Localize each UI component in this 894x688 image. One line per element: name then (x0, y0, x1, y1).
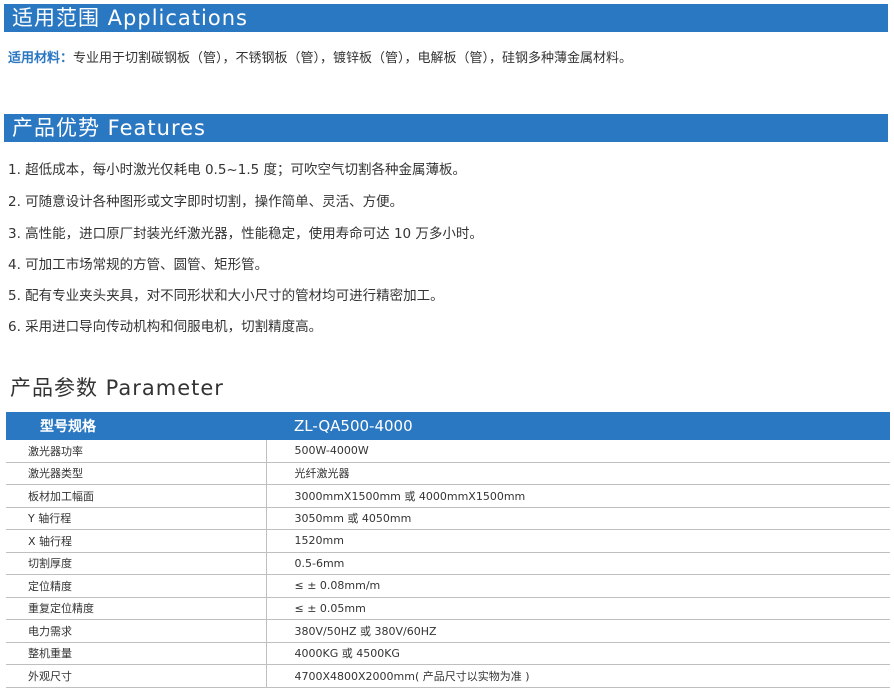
param-key: X 轴行程 (6, 529, 266, 553)
param-value: 4700X4800X2000mm( 产品尺寸以实物为准 ) (265, 664, 890, 688)
param-key: 整机重量 (6, 642, 266, 665)
feature-item: 4. 可加工市场常规的方管、圆管、矩形管。 (8, 257, 269, 273)
param-key: 板材加工幅面 (6, 484, 266, 508)
features-header-bar: 产品优势 Features (4, 114, 888, 142)
table-row: 切割厚度 0.5-6mm (6, 552, 890, 575)
header-cell-model: 型号规格 (6, 412, 266, 440)
table-row: 定位精度 ≤ ± 0.08mm/m (6, 574, 890, 598)
applications-header-bar: 适用范围 Applications (4, 4, 888, 32)
feature-item: 6. 采用进口导向传动机构和伺服电机，切割精度高。 (8, 319, 323, 335)
header-cell-model-value: ZL-QA500-4000 (266, 412, 890, 440)
table-row: 激光器功率 500W-4000W (6, 440, 890, 463)
param-key: 激光器类型 (6, 462, 266, 485)
applications-label: 适用材料： (8, 51, 74, 66)
param-value: ≤ ± 0.08mm/m (265, 574, 890, 598)
parameter-table: 型号规格 ZL-QA500-4000 激光器功率 500W-4000W 激光器类型… (6, 412, 890, 688)
table-row: 激光器类型 光纤激光器 (6, 462, 890, 485)
table-row: 重复定位精度 ≤ ± 0.05mm (6, 597, 890, 620)
table-row: 板材加工幅面 3000mmX1500mm 或 4000mmX1500mm (6, 484, 890, 508)
param-value: 380V/50HZ 或 380V/60HZ (265, 619, 890, 643)
param-key: 重复定位精度 (6, 597, 266, 620)
applications-title: 适用范围 Applications (12, 6, 248, 30)
param-value: 3050mm 或 4050mm (265, 507, 890, 530)
feature-item: 1. 超低成本，每小时激光仅耗电 0.5~1.5 度；可吹空气切割各种金属薄板。 (8, 162, 467, 178)
param-value: ≤ ± 0.05mm (265, 597, 890, 620)
feature-item: 2. 可随意设计各种图形或文字即时切割，操作简单、灵活、方便。 (8, 194, 404, 210)
param-value: 3000mmX1500mm 或 4000mmX1500mm (265, 484, 890, 508)
table-row: X 轴行程 1520mm (6, 529, 890, 553)
table-row: 整机重量 4000KG 或 4500KG (6, 642, 890, 665)
param-value: 500W-4000W (265, 440, 890, 463)
param-key: 切割厚度 (6, 552, 266, 575)
param-value: 光纤激光器 (265, 462, 890, 485)
table-row: Y 轴行程 3050mm 或 4050mm (6, 507, 890, 530)
param-value: 1520mm (265, 529, 890, 553)
table-row: 外观尺寸 4700X4800X2000mm( 产品尺寸以实物为准 ) (6, 664, 890, 688)
param-key: 外观尺寸 (6, 664, 266, 688)
feature-item: 5. 配有专业夹头夹具，对不同形状和大小尺寸的管材均可进行精密加工。 (8, 288, 444, 304)
param-key: 激光器功率 (6, 440, 266, 463)
table-header-row: 型号规格 ZL-QA500-4000 (6, 412, 890, 440)
features-title: 产品优势 Features (12, 116, 206, 140)
param-key: 电力需求 (6, 619, 266, 643)
feature-item: 3. 高性能，进口原厂封装光纤激光器，性能稳定，使用寿命可达 10 万多小时。 (8, 226, 483, 242)
applications-line: 适用材料：专业用于切割碳钢板（管），不锈钢板（管），镀锌板（管），电解板（管），… (8, 50, 632, 68)
param-key: 定位精度 (6, 574, 266, 598)
param-key: Y 轴行程 (6, 507, 266, 530)
param-value: 0.5-6mm (265, 552, 890, 575)
param-value: 4000KG 或 4500KG (265, 642, 890, 665)
applications-text: 专业用于切割碳钢板（管），不锈钢板（管），镀锌板（管），电解板（管），硅钢多种薄… (73, 51, 633, 66)
parameter-title: 产品参数 Parameter (10, 376, 224, 400)
table-row: 电力需求 380V/50HZ 或 380V/60HZ (6, 619, 890, 643)
